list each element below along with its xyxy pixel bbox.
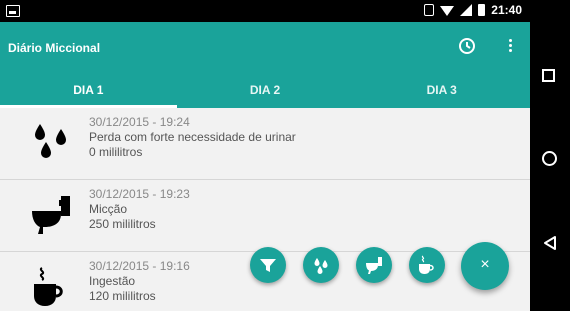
toilet-icon	[366, 257, 382, 274]
notification-image-icon	[6, 5, 20, 17]
vibrate-icon	[424, 4, 435, 16]
history-button[interactable]	[458, 37, 476, 55]
entry-text: 30/12/2015 - 19:16 Ingestão 120 mililitr…	[89, 259, 190, 304]
recents-icon[interactable]	[542, 69, 555, 82]
status-bar: 21:40	[0, 0, 530, 22]
coffee-cup-icon	[419, 255, 434, 274]
entry-datetime: 30/12/2015 - 19:23	[89, 187, 190, 201]
entry-type: Micção	[89, 202, 128, 216]
entry-text: 30/12/2015 - 19:23 Micção 250 mililitros	[89, 187, 190, 232]
add-leak-button[interactable]	[250, 247, 286, 283]
list-item[interactable]: 30/12/2015 - 19:24 Perda com forte neces…	[0, 108, 530, 180]
overflow-menu-button[interactable]	[506, 37, 514, 57]
entry-datetime: 30/12/2015 - 19:16	[89, 259, 190, 273]
battery-icon	[478, 4, 486, 16]
close-icon: ×	[480, 256, 490, 273]
entry-datetime: 30/12/2015 - 19:24	[89, 115, 190, 129]
funnel-icon	[260, 259, 276, 272]
water-drops-icon	[35, 124, 66, 158]
status-icons: 21:40	[424, 3, 522, 17]
back-icon[interactable]	[542, 235, 558, 251]
app-bar: Diário Miccional DIA 1 DIA 2 DIA 3	[0, 22, 530, 108]
tab-dia-1[interactable]: DIA 1	[0, 77, 177, 108]
status-time: 21:40	[491, 3, 522, 17]
day-tabs: DIA 1 DIA 2 DIA 3	[0, 77, 530, 108]
system-nav-bar	[530, 0, 570, 311]
add-micturition-button[interactable]	[356, 247, 392, 283]
entry-amount: 0 mililitros	[89, 145, 143, 159]
coffee-cup-icon	[34, 267, 63, 306]
list-item[interactable]: 30/12/2015 - 19:23 Micção 250 mililitros	[0, 180, 530, 252]
entry-amount: 120 mililitros	[89, 289, 156, 303]
add-intake-button[interactable]	[409, 247, 445, 283]
app-screen: 21:40 Diário Miccional DIA 1 DIA 2 DIA 3	[0, 0, 530, 311]
cell-signal-icon	[460, 4, 473, 16]
clock-icon	[459, 38, 475, 54]
home-icon[interactable]	[542, 151, 557, 166]
entry-text: 30/12/2015 - 19:24 Perda com forte neces…	[89, 115, 296, 160]
tab-dia-3[interactable]: DIA 3	[353, 77, 530, 108]
entry-amount: 250 mililitros	[89, 217, 156, 231]
tab-dia-2[interactable]: DIA 2	[177, 77, 354, 108]
more-vert-icon	[508, 39, 512, 42]
entry-type: Perda com forte necessidade de urinar	[89, 130, 296, 144]
close-fab-button[interactable]: ×	[461, 242, 509, 290]
wifi-icon	[440, 6, 455, 16]
toilet-icon	[32, 196, 70, 234]
water-drops-icon	[314, 258, 328, 274]
app-title: Diário Miccional	[8, 41, 101, 55]
entry-type: Ingestão	[89, 274, 136, 288]
add-loss-button[interactable]	[303, 247, 339, 283]
